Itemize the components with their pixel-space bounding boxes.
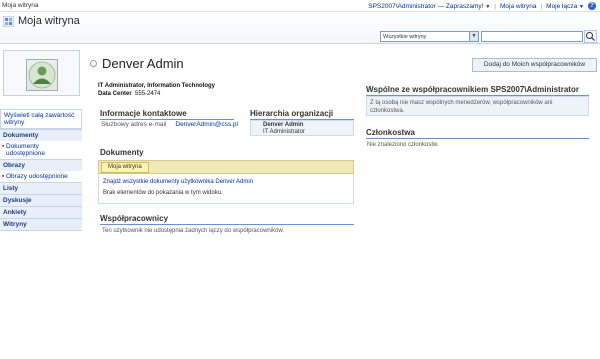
nav-heading-discussions[interactable]: Dyskusje xyxy=(0,194,82,206)
nav-item-label: Obrazy udostępnione xyxy=(6,173,68,180)
nav-item-label: Dokumenty udostępnione xyxy=(6,143,46,157)
colleagues-heading: Współpracownicy xyxy=(100,214,354,225)
presence-icon xyxy=(90,60,97,67)
site-title: Moja witryna xyxy=(18,15,80,27)
chevron-down-icon: ▼ xyxy=(469,32,478,41)
site-header: Moja witryna Wszystkie witryny ▼ xyxy=(0,12,600,44)
view-all-content-link[interactable]: Wyświetl całą zawartość witryny xyxy=(0,109,82,129)
org-heading: Hierarchia organizacji xyxy=(250,109,354,120)
contact-row: Służbowy adres e-mail DenverAdmin@css.pl xyxy=(101,121,238,128)
profile-photo-box xyxy=(3,50,80,96)
divider: | xyxy=(540,2,543,10)
documents-empty-text: Brak elementów do pokazania w tym widoku… xyxy=(103,190,223,196)
page-title: Denver Admin xyxy=(90,56,184,71)
profile-name: Denver Admin xyxy=(102,56,184,71)
search-icon xyxy=(586,32,595,41)
search-input[interactable] xyxy=(481,31,583,42)
quick-launch: Wyświetl całą zawartość witryny Dokument… xyxy=(0,109,82,231)
bullet-icon: ▪ xyxy=(2,173,5,180)
email-link[interactable]: DenverAdmin@css.pl xyxy=(175,121,238,128)
top-right-links: SPS2007\Administrator — Zapraszamy! ▼ | … xyxy=(368,2,596,10)
help-icon[interactable]: ? xyxy=(588,2,596,10)
documents-tab-strip: Moja witryna xyxy=(98,160,354,174)
nav-heading-documents[interactable]: Dokumenty xyxy=(0,129,82,141)
my-links-label: Moje łącza xyxy=(546,2,578,10)
search-button[interactable] xyxy=(584,30,597,43)
job-title: IT Administrator, Information Technology xyxy=(98,83,216,89)
find-documents-link[interactable]: Znajdź wszystkie dokumenty użytkownika D… xyxy=(103,177,349,188)
data-center-label: Data Center xyxy=(98,91,132,97)
org-chart-box: Denver Admin IT Administrator xyxy=(250,120,354,136)
site-logo-icon xyxy=(3,16,14,27)
shared-heading: Wspólne ze współpracownikiem SPS2007\Adm… xyxy=(366,85,589,96)
search-scope-select[interactable]: Wszystkie witryny ▼ xyxy=(380,31,479,42)
my-links-menu[interactable]: Moje łącza ▼ xyxy=(546,3,584,10)
chevron-down-icon: ▼ xyxy=(579,3,584,10)
main-content: Denver Admin Dodaj do Moich współpracown… xyxy=(83,45,600,359)
documents-heading: Dokumenty xyxy=(100,148,144,157)
user-menu[interactable]: SPS2007\Administrator — Zapraszamy! ▼ xyxy=(368,3,490,10)
divider: | xyxy=(494,2,496,10)
user-menu-label: SPS2007\Administrator — Zapraszamy! xyxy=(368,2,484,10)
my-site-link[interactable]: Moja witryna xyxy=(500,3,536,10)
site-link[interactable]: Moja witryna xyxy=(2,2,38,9)
nav-item-shared-documents[interactable]: ▪ Dokumenty udostępnione xyxy=(0,141,82,159)
nav-heading-surveys[interactable]: Ankiety xyxy=(0,206,82,218)
data-center-value: 555-2474 xyxy=(135,91,161,97)
colleagues-text: Ten użytkownik nie udostępnia żadnych łą… xyxy=(102,228,285,234)
top-bar: Moja witryna SPS2007\Administrator — Zap… xyxy=(0,0,600,12)
shared-box: Z tą osobą nie masz wspólnych menedżerów… xyxy=(366,96,589,116)
chevron-down-icon: ▼ xyxy=(485,3,491,10)
membership-text: Nie znaleziono członkostw. xyxy=(367,142,439,148)
nav-item-shared-pictures[interactable]: ▪ Obrazy udostępnione xyxy=(0,171,82,182)
add-colleague-button[interactable]: Dodaj do Moich współpracowników xyxy=(472,58,597,72)
left-navigation: Wyświetl całą zawartość witryny Dokument… xyxy=(0,45,82,359)
search-scope-value: Wszystkie witryny xyxy=(383,34,427,40)
nav-heading-sites[interactable]: Witryny xyxy=(0,218,82,231)
nav-heading-lists[interactable]: Listy xyxy=(0,182,82,194)
user-avatar-icon xyxy=(28,61,56,89)
membership-heading: Członkostwa xyxy=(366,128,589,139)
profile-info: IT Administrator, Information Technology… xyxy=(98,82,215,98)
nav-heading-pictures[interactable]: Obrazy xyxy=(0,159,82,171)
email-label: Służbowy adres e-mail xyxy=(101,121,167,128)
bullet-icon: ▪ xyxy=(2,143,5,150)
avatar xyxy=(26,59,58,91)
org-person-title: IT Administrator xyxy=(263,128,305,135)
documents-pane: Znajdź wszystkie dokumenty użytkownika D… xyxy=(98,174,354,204)
tab-my-site[interactable]: Moja witryna xyxy=(101,162,149,173)
contact-heading: Informacje kontaktowe xyxy=(100,109,234,120)
